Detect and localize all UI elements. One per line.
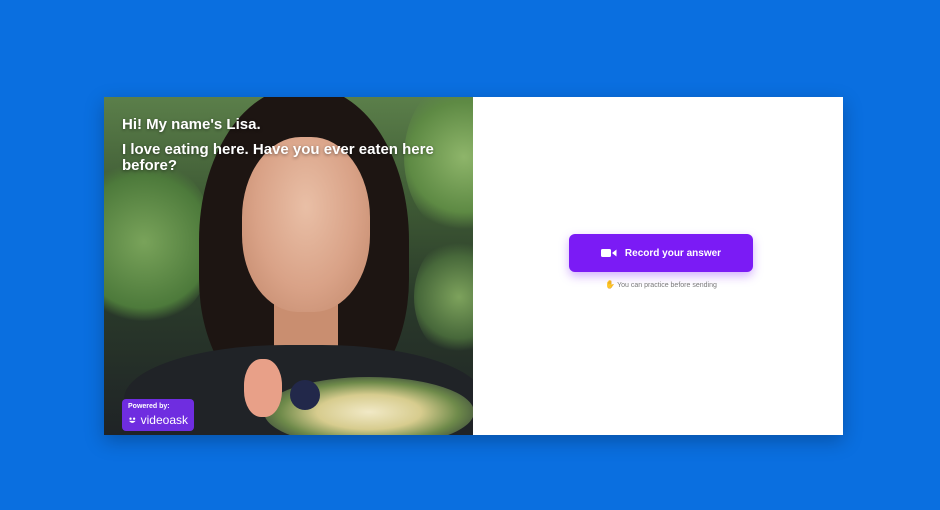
hand-wave-icon: ✋ [605, 280, 616, 289]
video-camera-icon [600, 249, 617, 257]
video-overlay-text: Hi! My name's Lisa. I love eating here. … [122, 116, 452, 174]
blueberry [290, 380, 320, 410]
powered-by-label: Powered by: [128, 403, 170, 410]
practice-hint: ✋ You can practice before sending [569, 280, 753, 291]
apple-slice [244, 359, 282, 417]
record-answer-label: Record your answer [624, 247, 722, 259]
smile-icon [129, 417, 136, 423]
greeting-text: Hi! My name's Lisa. [122, 116, 261, 133]
background-foliage [414, 237, 473, 357]
video-player[interactable]: Hi! My name's Lisa. I love eating here. … [104, 97, 473, 435]
answer-panel: Record your answer ✋ You can practice bef… [473, 97, 843, 435]
videoask-card: Hi! My name's Lisa. I love eating here. … [104, 97, 843, 435]
powered-by-videoask-badge[interactable]: Powered by: videoask [122, 399, 194, 431]
question-text: I love eating here. Have you ever eaten … [122, 141, 434, 174]
videoask-logo-text: videoask [140, 413, 188, 427]
record-answer-button[interactable]: Record your answer [569, 234, 753, 272]
practice-hint-text: You can practice before sending [617, 282, 717, 289]
background-foliage [104, 157, 214, 327]
